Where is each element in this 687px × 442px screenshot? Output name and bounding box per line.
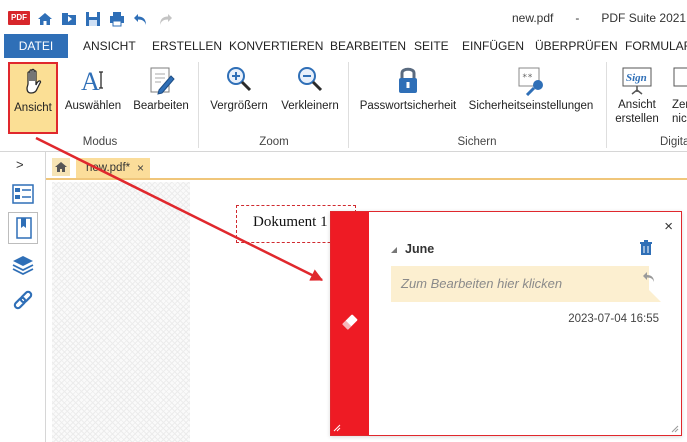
home-tab-icon [55, 162, 67, 172]
group-label-sichern: Sichern [457, 136, 497, 148]
expand-panel-chevron-icon[interactable]: > [16, 157, 24, 172]
comment-timestamp: 2023-07-04 16:55 [568, 313, 659, 325]
password-security-label: Passwortsicherheit [359, 100, 457, 112]
title-app-name: PDF Suite 2021 Profe [601, 11, 687, 25]
group-label-zoom: Zoom [259, 136, 289, 148]
certificate-icon [673, 67, 687, 87]
certificate-label-line1: Zer [672, 99, 687, 111]
view-mode-label: Ansicht [14, 102, 52, 114]
select-mode-label: Auswählen [64, 100, 122, 112]
delete-trash-icon[interactable] [639, 240, 653, 256]
close-tab-icon[interactable]: × [137, 158, 144, 178]
eraser-icon[interactable] [340, 312, 360, 332]
edit-mode-label: Bearbeiten [133, 100, 189, 112]
pdf-logo-icon: PDF [8, 11, 30, 25]
group-label-digital: Digita [660, 136, 687, 148]
document-tab-strip: new.pdf* × [46, 152, 687, 180]
open-folder-icon[interactable] [60, 10, 78, 28]
certificate-button[interactable]: Zer nic [668, 62, 687, 134]
certificate-label-line2: nic [672, 113, 687, 125]
create-signature-view-button[interactable]: Sign Ansicht erstellen [612, 62, 662, 134]
title-bar: PDF new.pdf - PDF Suite 2021 Profe [0, 0, 687, 34]
comment-input[interactable]: Zum Bearbeiten hier klicken [391, 266, 639, 302]
redo-icon[interactable] [156, 10, 174, 28]
menu-bar: DATEI ANSICHT ERSTELLEN KONVERTIEREN BEA… [0, 34, 687, 58]
menu-tab-datei[interactable]: DATEI [4, 34, 68, 58]
view-mode-button[interactable]: Ansicht [8, 62, 58, 134]
link-icon[interactable] [10, 288, 36, 314]
layers-icon[interactable] [10, 252, 36, 278]
menu-tab-konvertieren[interactable]: KONVERTIEREN [229, 34, 323, 58]
zoom-in-button[interactable]: Vergrößern [206, 62, 272, 134]
comment-popup[interactable]: × June Zum Bearbeiten hier klicken 2023-… [330, 211, 682, 436]
menu-tab-erstellen[interactable]: ERSTELLEN [152, 34, 222, 58]
document-tab-label: new.pdf* [86, 162, 131, 174]
title-filename: new.pdf [512, 11, 554, 25]
close-comment-icon[interactable]: × [664, 218, 673, 235]
sign-board-icon: Sign [622, 67, 652, 95]
menu-tab-ansicht[interactable]: ANSICHT [83, 34, 136, 58]
save-icon[interactable] [84, 10, 102, 28]
password-security-button[interactable]: Passwortsicherheit [356, 62, 460, 134]
document-tab[interactable]: new.pdf* × [76, 158, 150, 178]
resize-grip-icon[interactable] [671, 425, 679, 433]
create-signature-view-label: Ansicht erstellen [612, 98, 662, 126]
ribbon: Ansicht A Auswählen Bearbeiten Modus Ver… [0, 58, 687, 152]
window-title: new.pdf - PDF Suite 2021 Profe [512, 11, 687, 25]
zoom-in-label: Vergrößern [210, 100, 268, 112]
padlock-icon [399, 67, 417, 93]
edit-mode-button[interactable]: Bearbeiten [130, 62, 192, 134]
certificate-label: Zer nic [668, 98, 687, 126]
zoom-out-icon [298, 67, 323, 92]
comment-author: June [405, 242, 435, 256]
title-separator: - [575, 11, 580, 25]
side-panel-toolbar: > [0, 152, 46, 442]
svg-text:A: A [81, 67, 100, 96]
menu-tab-bearbeiten[interactable]: BEARBEITEN [330, 34, 406, 58]
print-icon[interactable] [108, 10, 126, 28]
home-icon[interactable] [36, 10, 54, 28]
edit-document-icon [150, 67, 175, 95]
collapse-triangle-icon[interactable] [390, 246, 398, 254]
menu-tab-einfuegen[interactable]: EINFÜGEN [462, 34, 524, 58]
menu-tab-ueberpruefen[interactable]: ÜBERPRÜFEN [535, 34, 618, 58]
comment-color-bar [331, 212, 369, 435]
create-signature-view-label-line1: Ansicht [618, 99, 656, 111]
thumbnails-icon[interactable] [10, 181, 36, 207]
undo-icon[interactable] [132, 10, 150, 28]
text-select-icon: A [81, 67, 103, 96]
security-settings-label: Sicherheitseinstellungen [468, 100, 594, 112]
reply-icon[interactable] [641, 270, 657, 284]
key-settings-icon: ** [518, 67, 543, 96]
bookmarks-tab[interactable] [8, 212, 38, 244]
zoom-out-label: Verkleinern [281, 100, 339, 112]
resize-grip-icon[interactable] [333, 424, 341, 432]
create-signature-view-label-line2: erstellen [615, 113, 659, 125]
sign-text: Sign [626, 72, 647, 84]
zoom-out-button[interactable]: Verkleinern [278, 62, 342, 134]
select-mode-button[interactable]: A Auswählen [62, 62, 124, 134]
menu-tab-seite[interactable]: SEITE [414, 34, 449, 58]
ribbon-separator [348, 62, 349, 148]
hand-icon [26, 68, 42, 94]
ribbon-separator [198, 62, 199, 148]
zoom-in-icon [227, 67, 252, 92]
security-settings-button[interactable]: ** Sicherheitseinstellungen [464, 62, 598, 134]
group-label-modus: Modus [82, 136, 118, 148]
page-background [52, 182, 190, 442]
bookmark-icon [16, 217, 32, 239]
menu-tab-formular[interactable]: FORMULAR [625, 34, 687, 58]
ribbon-separator [606, 62, 607, 148]
home-tab[interactable] [52, 158, 70, 176]
svg-text:**: ** [522, 73, 533, 83]
